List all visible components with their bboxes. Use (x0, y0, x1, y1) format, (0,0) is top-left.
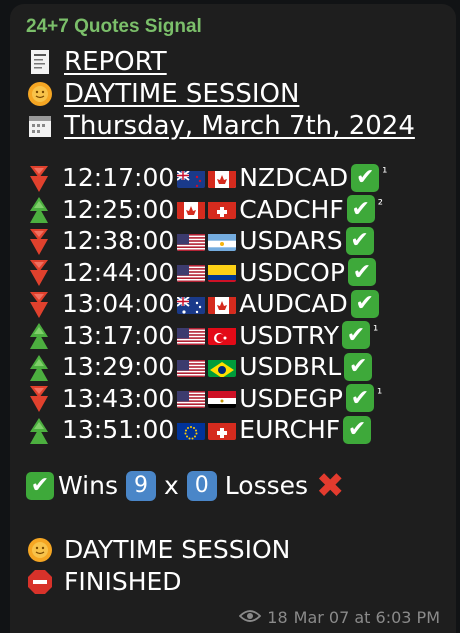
flag-us-icon (177, 231, 206, 251)
wins-label: Wins (58, 471, 118, 500)
arrow-up-icon (26, 416, 58, 444)
signal-pair: USDARS (239, 226, 343, 256)
report-line: REPORT (26, 46, 456, 78)
session-title: DAYTIME SESSION (64, 79, 300, 109)
footer-session-line: DAYTIME SESSION (26, 534, 456, 566)
signal-pair: USDEGP (239, 383, 343, 413)
cross-mark-icon: ✖ (316, 465, 345, 506)
signal-pair: CADCHF (239, 194, 344, 224)
arrow-down-icon (26, 258, 58, 287)
date-line: Thursday, March 7th, 2024 (26, 110, 456, 142)
signal-time: 13:17:00 (62, 320, 175, 350)
flag-us-icon (177, 357, 206, 377)
gale-superscript: ¹ (376, 386, 383, 402)
flag-co-icon (208, 262, 237, 283)
footer-session: DAYTIME SESSION (64, 535, 291, 564)
signal-pair: EURCHF (239, 415, 341, 445)
signal-time: 13:29:00 (62, 352, 175, 382)
check-icon: ✔ (343, 415, 372, 444)
check-icon: ✔ (345, 384, 374, 413)
times-sign: x (164, 471, 179, 500)
signal-row: 13:51:00 EURCHF ✔ (26, 414, 456, 446)
session-date: Thursday, March 7th, 2024 (64, 111, 415, 141)
check-icon: ✔ (346, 195, 375, 224)
arrow-down-icon (26, 384, 58, 413)
flag-ca-icon (177, 199, 206, 220)
signal-time: 12:17:00 (62, 163, 175, 193)
signal-time: 13:43:00 (62, 383, 175, 413)
flag-eu-icon (177, 420, 206, 440)
flag-ch-icon (208, 420, 237, 440)
flag-au-icon (177, 294, 206, 314)
arrow-down-icon (26, 227, 58, 255)
flag-tr-icon (208, 325, 237, 346)
signal-pair: USDTRY (239, 320, 340, 350)
sun-icon (26, 80, 56, 108)
views-eye-icon (239, 608, 262, 627)
arrow-down-icon (26, 290, 58, 318)
flag-ca-icon (208, 294, 237, 314)
gale-superscript: ¹ (382, 166, 388, 181)
gale-superscript: ¹ (373, 323, 379, 339)
check-icon: ✔ (347, 258, 376, 287)
session-line: DAYTIME SESSION (26, 78, 456, 110)
results-summary: ✔ Wins 9 x 0 Losses ✖ (26, 465, 456, 506)
receipt-icon (26, 48, 56, 76)
signal-pair: NZDCAD (239, 163, 349, 193)
check-icon: ✔ (344, 352, 373, 381)
signal-time: 12:38:00 (62, 226, 175, 256)
signal-row: 13:43:00 USDEGP ✔ ¹ (26, 383, 456, 415)
check-icon: ✔ (350, 289, 379, 318)
arrow-up-icon (26, 353, 58, 381)
flag-us-icon (177, 388, 206, 409)
signal-row: 13:29:00 USDBRL ✔ (26, 351, 456, 383)
flag-ar-icon (208, 231, 237, 251)
signal-row: 12:44:00 USDCOP ✔ (26, 257, 456, 289)
signal-time: 13:04:00 (62, 289, 175, 319)
message-bubble: 24+7 Quotes Signal REPORT DAYTIME SESSIO… (10, 4, 456, 633)
wins-count: 9 (126, 470, 156, 501)
signal-pair: USDCOP (239, 257, 345, 287)
flag-br-icon (208, 357, 237, 377)
flag-nz-icon (177, 168, 206, 188)
message-timestamp: Mar 07 at 6:03 PM (293, 608, 440, 627)
flag-us-icon (177, 325, 206, 346)
stop-sign-icon (26, 568, 56, 596)
signal-row: 13:17:00 USDTRY ✔ ¹ (26, 320, 456, 352)
arrow-down-icon (26, 164, 58, 192)
signal-pair: AUDCAD (239, 289, 348, 319)
signal-time: 13:51:00 (62, 415, 175, 445)
sun-icon (26, 536, 56, 564)
channel-name[interactable]: 24+7 Quotes Signal (26, 14, 456, 40)
signal-list: 12:17:00 NZDCAD ✔ ¹ 12:25:00 CADCHF ✔ ² 12:38:00… (26, 162, 456, 446)
check-icon: ✔ (345, 226, 374, 255)
view-count: 18 (267, 608, 288, 627)
flag-ca-icon (208, 168, 237, 188)
report-title: REPORT (64, 47, 167, 77)
signal-row: 13:04:00 AUDCAD ✔ (26, 288, 456, 320)
check-icon: ✔ (351, 163, 380, 192)
signal-time: 12:25:00 (62, 194, 175, 224)
check-icon: ✔ (26, 471, 54, 500)
losses-label: Losses (224, 471, 309, 500)
signal-row: 12:17:00 NZDCAD ✔ ¹ (26, 162, 456, 194)
footer-finished: FINISHED (64, 567, 182, 596)
arrow-up-icon (26, 321, 58, 350)
arrow-up-icon (26, 195, 58, 224)
signal-pair: USDBRL (239, 352, 342, 382)
signal-row: 12:38:00 USDARS ✔ (26, 225, 456, 257)
flag-us-icon (177, 262, 206, 283)
footer-finished-line: FINISHED (26, 566, 456, 598)
check-icon: ✔ (342, 321, 371, 350)
losses-count: 0 (186, 470, 217, 501)
signal-row: 12:25:00 CADCHF ✔ ² (26, 194, 456, 226)
signal-time: 12:44:00 (62, 257, 175, 287)
gale-superscript: ² (377, 197, 383, 213)
calendar-icon (26, 112, 56, 140)
message-meta: 18 Mar 07 at 6:03 PM (233, 608, 440, 627)
flag-eg-icon (208, 388, 237, 409)
flag-ch-icon (208, 199, 237, 220)
